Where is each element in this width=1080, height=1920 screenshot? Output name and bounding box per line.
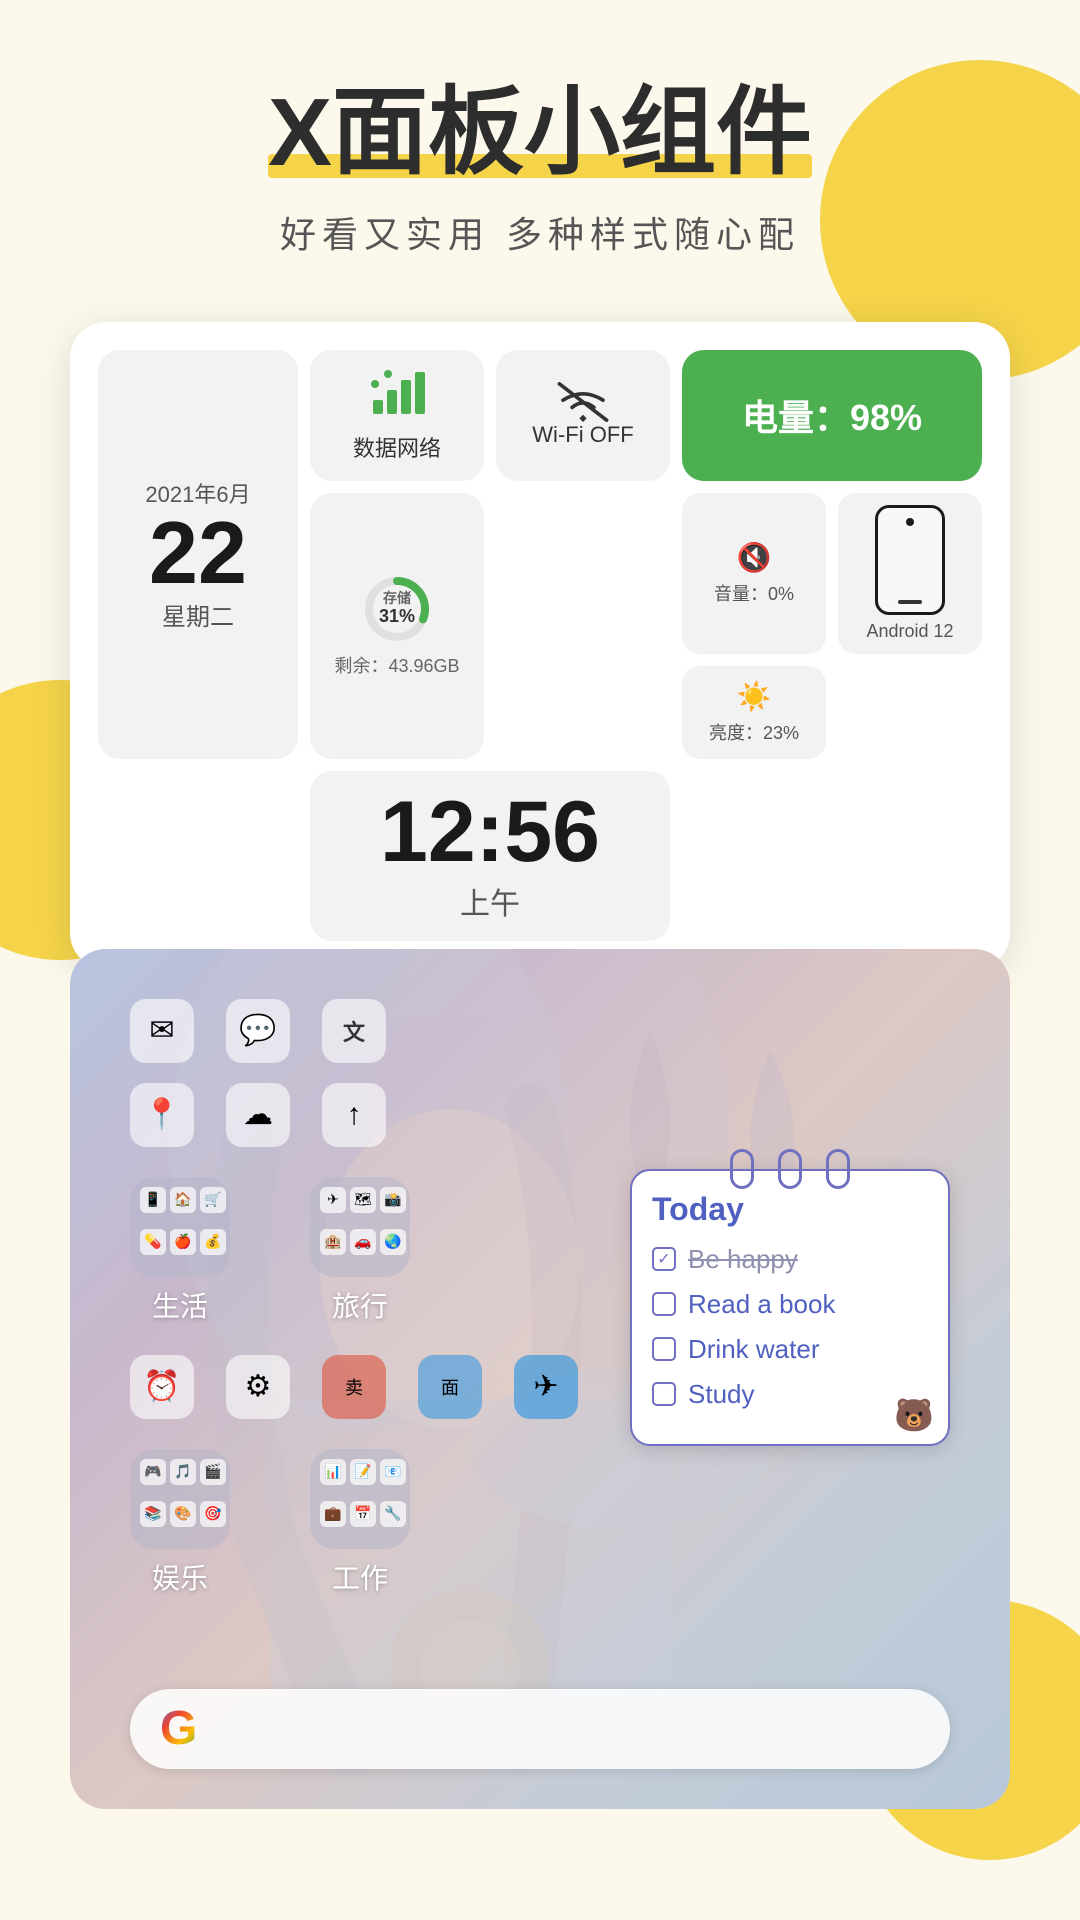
storage-ring: 存储 31% — [362, 574, 432, 644]
app-row-3: ⏰ ⚙ 卖 面 ✈ — [130, 1355, 950, 1419]
folder-entertainment[interactable]: 🎮 🎵 🎬 📚 🎨 🎯 娱乐 — [130, 1449, 230, 1597]
folder-entertainment-label: 娱乐 — [152, 1557, 208, 1597]
phone-content: ✉ 💬 文 📍 ☁ ↑ 📱 🏠 🛒 💊 🍎 — [70, 949, 1010, 1667]
subtitle: 好看又实用 多种样式随心配 — [268, 206, 812, 258]
data-network-cell[interactable]: 数据网络 — [310, 350, 484, 481]
app-icon-upload[interactable]: ↑ — [322, 1083, 386, 1147]
volume-label: 音量：0% — [714, 580, 794, 606]
app-row-1: ✉ 💬 文 — [130, 999, 950, 1063]
app-icon-location[interactable]: 📍 — [130, 1083, 194, 1147]
clock-ampm: 上午 — [460, 879, 520, 923]
app-row-2: 📍 ☁ ↑ — [130, 1083, 950, 1147]
clock-time: 12:56 — [380, 789, 600, 875]
battery-label: 电量：98% — [742, 389, 922, 441]
controls-cell: 🔇 音量：0% Android 12 ☀️ 亮度：23% — [682, 493, 982, 759]
volume-cell[interactable]: 🔇 音量：0% — [682, 493, 826, 654]
date-day: 22 — [149, 509, 247, 597]
app-icon-message[interactable]: 💬 — [226, 999, 290, 1063]
brightness-label: 亮度：23% — [709, 719, 799, 745]
storage-percent: 存储 31% — [379, 589, 415, 627]
app-icon-telegram[interactable]: ✈ — [514, 1355, 578, 1419]
folder-work[interactable]: 📊 📝 📧 💼 📅 🔧 工作 — [310, 1449, 410, 1597]
app-icon-mail[interactable]: ✉ — [130, 999, 194, 1063]
phone-widget-label: Android 12 — [866, 621, 953, 642]
storage-remaining: 剩余：43.96GB — [334, 652, 459, 678]
network-label: 数据网络 — [353, 431, 441, 463]
app-icon-clock[interactable]: ⏰ — [130, 1355, 194, 1419]
phone-widget-cell: Android 12 — [838, 493, 982, 654]
folder-work-icons: 📊 📝 📧 💼 📅 🔧 — [310, 1449, 410, 1549]
widget-panel: 2021年6月 22 星期二 数据网络 — [70, 322, 1010, 969]
folder-life-icons: 📱 🏠 🛒 💊 🍎 💰 — [130, 1177, 230, 1277]
brightness-icon: ☀️ — [737, 680, 772, 713]
app-icon-panel[interactable]: 面 — [418, 1355, 482, 1419]
phone-notch — [906, 518, 914, 526]
folders-row-2: 🎮 🎵 🎬 📚 🎨 🎯 娱乐 📊 📝 📧 💼 — [130, 1449, 950, 1597]
app-icon-store[interactable]: 卖 — [322, 1355, 386, 1419]
folder-entertainment-icons: 🎮 🎵 🎬 📚 🎨 🎯 — [130, 1449, 230, 1549]
date-cell: 2021年6月 22 星期二 — [98, 350, 298, 759]
volume-icon: 🔇 — [737, 541, 772, 574]
folder-work-label: 工作 — [332, 1557, 388, 1597]
app-icon-settings[interactable]: ⚙ — [226, 1355, 290, 1419]
google-icon: G — [160, 1701, 197, 1756]
app-icon-cloud[interactable]: ☁ — [226, 1083, 290, 1147]
phone-home-bar — [898, 600, 922, 604]
network-icon — [369, 368, 425, 418]
folder-life[interactable]: 📱 🏠 🛒 💊 🍎 💰 生活 — [130, 1177, 230, 1325]
wifi-label: Wi-Fi OFF — [532, 422, 633, 448]
clock-cell: 12:56 上午 — [310, 771, 670, 941]
app-icon-text[interactable]: 文 — [322, 999, 386, 1063]
battery-cell: 电量：98% — [682, 350, 982, 481]
folder-travel-icons: ✈ 🗺 📸 🏨 🚗 🌏 — [310, 1177, 410, 1277]
folders-row-1: 📱 🏠 🛒 💊 🍎 💰 生活 ✈ 🗺 📸 🏨 — [130, 1177, 950, 1325]
storage-cell: 存储 31% 剩余：43.96GB — [310, 493, 484, 759]
folder-travel-label: 旅行 — [332, 1285, 388, 1325]
google-search-bar[interactable]: G — [130, 1689, 950, 1769]
date-weekday: 星期二 — [162, 597, 234, 632]
brightness-cell[interactable]: ☀️ 亮度：23% — [682, 666, 826, 759]
folder-travel[interactable]: ✈ 🗺 📸 🏨 🚗 🌏 旅行 — [310, 1177, 410, 1325]
phone-screen-section: ✉ 💬 文 📍 ☁ ↑ 📱 🏠 🛒 💊 🍎 — [70, 949, 1010, 1809]
wifi-icon — [555, 382, 611, 422]
folder-life-label: 生活 — [152, 1285, 208, 1325]
title-section: X面板小组件 好看又实用 多种样式随心配 — [268, 80, 812, 258]
phone-mockup — [875, 505, 945, 615]
main-title: X面板小组件 — [268, 80, 812, 186]
wifi-cell[interactable]: Wi-Fi OFF — [496, 350, 670, 481]
